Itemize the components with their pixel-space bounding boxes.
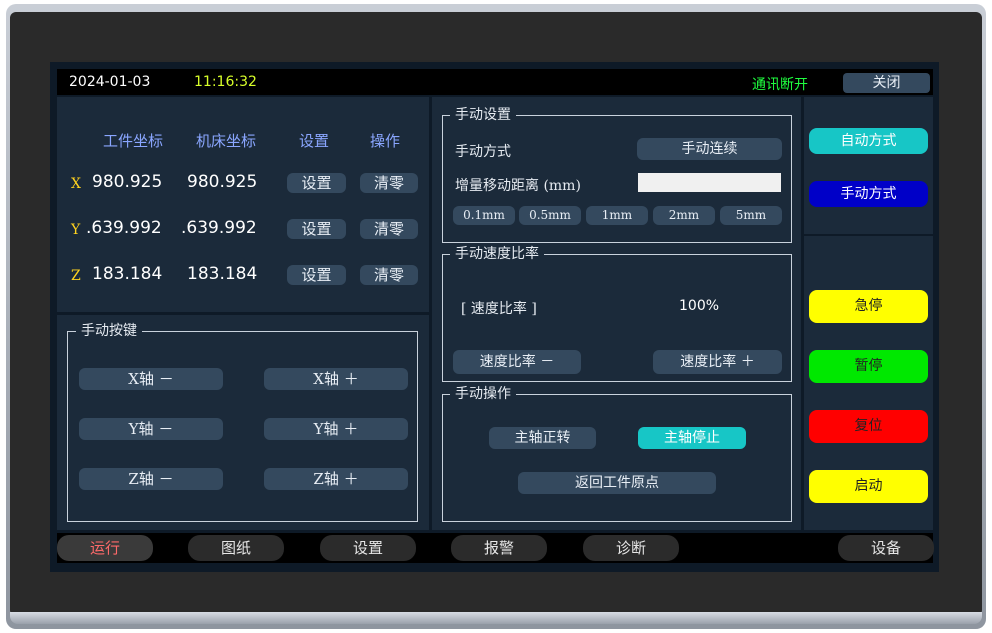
nav-alarm[interactable]: 报警 <box>451 535 547 561</box>
return-origin-button[interactable]: 返回工件原点 <box>518 472 716 494</box>
axis-x-label: X <box>71 176 81 192</box>
nav-drawing[interactable]: 图纸 <box>188 535 284 561</box>
axis-z-label: Z <box>71 268 81 284</box>
manual-ops-frame <box>442 394 792 522</box>
start-button[interactable]: 启动 <box>809 470 928 503</box>
x-zero-button[interactable]: 清零 <box>360 173 418 193</box>
nav-diagnosis[interactable]: 诊断 <box>583 535 679 561</box>
z-zero-button[interactable]: 清零 <box>360 265 418 285</box>
step-5mm-button[interactable]: 5mm <box>720 206 782 225</box>
header-machine-coords: 机床坐标 <box>196 132 257 150</box>
speed-ratio-decrease-button[interactable]: 速度比率 － <box>453 350 581 374</box>
mode-panel <box>804 97 933 234</box>
manual-mode-select[interactable]: 手动连续 <box>637 138 782 160</box>
step-1mm-button[interactable]: 1mm <box>586 206 648 225</box>
date-display: 2024-01-03 <box>69 74 151 90</box>
manual-ops-title: 手动操作 <box>450 386 516 402</box>
x-minus-button[interactable]: X轴 － <box>79 368 223 390</box>
y-minus-button[interactable]: Y轴 － <box>79 418 223 440</box>
nav-device[interactable]: 设备 <box>838 535 934 561</box>
header-operate: 操作 <box>370 132 401 150</box>
pause-button[interactable]: 暂停 <box>809 350 928 383</box>
step-distance-input[interactable] <box>638 173 781 192</box>
auto-mode-button[interactable]: 自动方式 <box>809 128 928 154</box>
z-set-button[interactable]: 设置 <box>287 265 346 285</box>
connection-status: 通讯断开 <box>752 77 808 93</box>
x-machine-coord: 980.925 <box>187 172 258 192</box>
speed-ratio-label: [ 速度比率 ] <box>461 301 537 317</box>
x-plus-button[interactable]: X轴 ＋ <box>264 368 408 390</box>
axis-y-label: Y <box>71 222 81 238</box>
reset-button[interactable]: 复位 <box>809 410 928 443</box>
step-0-5mm-button[interactable]: 0.5mm <box>519 206 581 225</box>
y-zero-button[interactable]: 清零 <box>360 219 418 239</box>
x-set-button[interactable]: 设置 <box>287 173 346 193</box>
nav-run[interactable]: 运行 <box>57 535 153 561</box>
z-minus-button[interactable]: Z轴 － <box>79 468 223 490</box>
x-work-coord: 980.925 <box>92 172 163 192</box>
time-display: 11:16:32 <box>194 74 257 90</box>
nav-settings[interactable]: 设置 <box>320 535 416 561</box>
step-2mm-button[interactable]: 2mm <box>653 206 715 225</box>
emergency-stop-button[interactable]: 急停 <box>809 290 928 323</box>
close-button[interactable]: 关闭 <box>843 73 930 93</box>
y-plus-button[interactable]: Y轴 ＋ <box>264 418 408 440</box>
header-set: 设置 <box>299 132 330 150</box>
manual-settings-title: 手动设置 <box>450 107 516 123</box>
y-work-coord: .639.992 <box>86 218 162 238</box>
speed-ratio-increase-button[interactable]: 速度比率 ＋ <box>653 350 782 374</box>
z-work-coord: 183.184 <box>92 264 163 284</box>
step-0-1mm-button[interactable]: 0.1mm <box>453 206 515 225</box>
y-machine-coord: .639.992 <box>181 218 257 238</box>
z-plus-button[interactable]: Z轴 ＋ <box>264 468 408 490</box>
y-set-button[interactable]: 设置 <box>287 219 346 239</box>
step-distance-label: 增量移动距离 (mm) <box>455 178 581 194</box>
spindle-forward-button[interactable]: 主轴正转 <box>489 427 596 449</box>
manual-mode-button[interactable]: 手动方式 <box>809 181 928 207</box>
manual-mode-label: 手动方式 <box>455 144 511 160</box>
device-bottom-trim <box>10 612 982 624</box>
speed-ratio-title: 手动速度比率 <box>450 246 544 262</box>
spindle-stop-button[interactable]: 主轴停止 <box>638 427 746 449</box>
manual-keys-title: 手动按键 <box>76 323 142 339</box>
speed-ratio-value: 100% <box>679 298 720 314</box>
header-work-coords: 工件坐标 <box>103 132 164 150</box>
z-machine-coord: 183.184 <box>187 264 258 284</box>
